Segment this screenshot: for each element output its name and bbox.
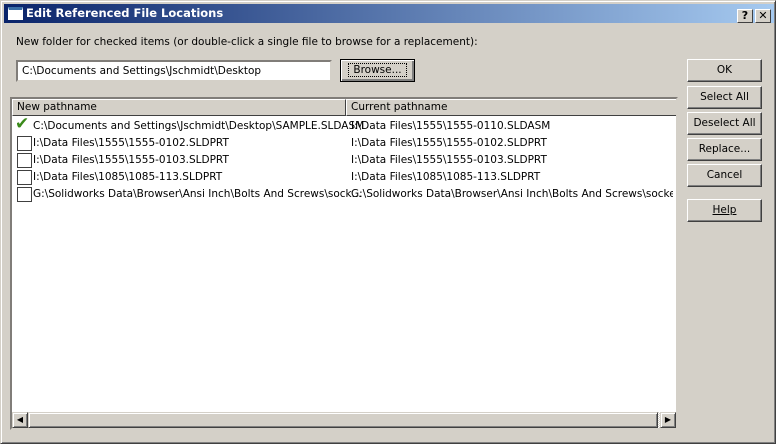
window-title: Edit Referenced File Locations <box>26 6 224 20</box>
new-pathname-cell: G:\Solidworks Data\Browser\Ansi Inch\Bol… <box>33 188 362 200</box>
table-row[interactable]: I:\Data Files\1555\1555-0103.SLDPRT I:\Da… <box>12 152 676 169</box>
scroll-thumb[interactable] <box>28 412 658 428</box>
scroll-right-button[interactable]: ▶ <box>660 412 676 428</box>
new-pathname-cell: I:\Data Files\1555\1555-0102.SLDPRT <box>33 137 229 149</box>
help-title-button[interactable]: ? <box>737 9 753 23</box>
ok-button[interactable]: OK <box>687 59 762 82</box>
table-row[interactable]: I:\Data Files\1555\1555-0102.SLDPRT I:\Da… <box>12 135 676 152</box>
row-checkbox[interactable] <box>17 153 32 168</box>
dialog-window: Edit Referenced File Locations ? ✕ New f… <box>0 0 776 444</box>
deselect-all-button[interactable]: Deselect All <box>687 112 762 135</box>
table-row[interactable]: I:\Data Files\1085\1085-113.SLDPRT I:\Dat… <box>12 169 676 186</box>
folder-input[interactable]: C:\Documents and Settings\Jschmidt\Deskt… <box>16 60 332 82</box>
close-button[interactable]: ✕ <box>755 9 771 23</box>
row-checkbox[interactable] <box>17 170 32 185</box>
replace-button[interactable]: Replace... <box>687 138 762 161</box>
column-header-new[interactable]: New pathname <box>12 99 346 116</box>
browse-label: Browse... <box>348 63 407 77</box>
row-checkbox[interactable] <box>17 187 32 202</box>
current-pathname-cell: I:\Data Files\1555\1555-0103.SLDPRT <box>351 154 547 166</box>
checkmark-icon[interactable]: ✔ <box>15 116 29 133</box>
current-pathname-cell: G:\Solidworks Data\Browser\Ansi Inch\Bol… <box>351 188 673 200</box>
new-pathname-cell: I:\Data Files\1085\1085-113.SLDPRT <box>33 171 223 183</box>
cancel-button[interactable]: Cancel <box>687 164 762 187</box>
table-row[interactable]: G:\Solidworks Data\Browser\Ansi Inch\Bol… <box>12 186 676 203</box>
scroll-left-button[interactable]: ◀ <box>12 412 28 428</box>
window-icon <box>8 7 23 20</box>
column-header-current[interactable]: Current pathname <box>346 99 676 116</box>
new-pathname-cell: C:\Documents and Settings\Jschmidt\Deskt… <box>33 120 365 132</box>
horizontal-scrollbar[interactable]: ◀ ▶ <box>12 412 676 428</box>
current-pathname-cell: I:\Data Files\1085\1085-113.SLDPRT <box>351 171 541 183</box>
table-row[interactable]: ✔ C:\Documents and Settings\Jschmidt\Desk… <box>12 116 676 135</box>
row-checkbox[interactable] <box>17 136 32 151</box>
new-pathname-cell: I:\Data Files\1555\1555-0103.SLDPRT <box>33 154 229 166</box>
current-pathname-cell: I:\Data Files\1555\1555-0110.SLDASM <box>351 120 551 132</box>
browse-button[interactable]: Browse... <box>340 59 415 82</box>
file-list[interactable]: New pathname Current pathname ✔ C:\Docume… <box>10 97 678 430</box>
help-button[interactable]: Help <box>687 199 762 222</box>
instruction-label: New folder for checked items (or double-… <box>16 36 478 48</box>
current-pathname-cell: I:\Data Files\1555\1555-0102.SLDPRT <box>351 137 547 149</box>
title-bar: Edit Referenced File Locations ? ✕ <box>4 4 774 23</box>
select-all-button[interactable]: Select All <box>687 86 762 109</box>
